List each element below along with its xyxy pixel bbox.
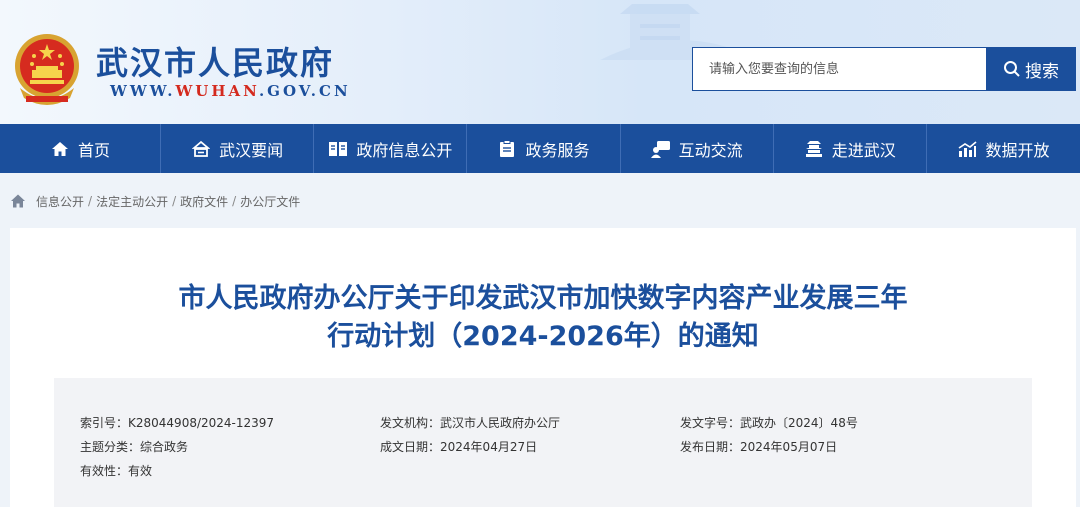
site-url-brand: WUHAN	[175, 82, 259, 100]
site-header: 武汉市人民政府 WWW.WUHAN.GOV.CN 搜索	[0, 0, 1080, 124]
nav-item-news[interactable]: 武汉要闻	[161, 124, 315, 173]
nav-item-interaction[interactable]: 互动交流	[621, 124, 774, 173]
main-nav: 首页 武汉要闻 政府信息公开 政务服务 互动交流 走进武汉 数据开放	[0, 124, 1080, 173]
meta-topic-category: 主题分类：综合政务	[80, 438, 188, 455]
site-url-prefix: WWW.	[110, 82, 176, 100]
meta-value: K28044908/2024-12397	[128, 416, 275, 430]
article-panel: 市人民政府办公厅关于印发武汉市加快数字内容产业发展三年 行动计划（2024-20…	[10, 228, 1076, 507]
breadcrumb-separator: /	[232, 194, 237, 208]
site-url-suffix: .GOV.CN	[258, 82, 351, 100]
book-icon	[328, 139, 348, 159]
nav-item-gov-services[interactable]: 政务服务	[467, 124, 621, 173]
search-input[interactable]	[692, 47, 986, 91]
site-title[interactable]: 武汉市人民政府	[96, 38, 334, 84]
search-bar: 搜索	[692, 47, 1076, 91]
nav-item-label: 互动交流	[678, 140, 743, 160]
breadcrumb-separator: /	[88, 194, 93, 208]
breadcrumb-link-office-documents[interactable]: 办公厅文件	[240, 193, 300, 210]
chart-icon	[957, 139, 977, 159]
search-icon	[1004, 61, 1020, 77]
building-icon	[804, 139, 824, 159]
breadcrumb-link-info-disclosure[interactable]: 信息公开	[36, 193, 84, 210]
clipboard-icon	[497, 139, 517, 159]
nav-item-about-wuhan[interactable]: 走进武汉	[774, 124, 927, 173]
page-title-line-1: 市人民政府办公厅关于印发武汉市加快数字内容产业发展三年	[178, 283, 908, 314]
news-icon	[191, 139, 211, 159]
meta-value: 2024年05月07日	[740, 440, 838, 454]
meta-creation-date: 成文日期：2024年04月27日	[380, 438, 537, 455]
meta-value: 武政办〔2024〕48号	[740, 416, 858, 430]
meta-label: 发布日期：	[680, 440, 741, 454]
nav-item-label: 政府信息公开	[356, 140, 453, 160]
meta-publish-date: 发布日期：2024年05月07日	[680, 438, 837, 455]
nav-item-info-disclosure[interactable]: 政府信息公开	[314, 124, 468, 173]
meta-value: 武汉市人民政府办公厅	[440, 416, 561, 430]
nav-item-label: 首页	[78, 140, 111, 160]
meta-value: 综合政务	[140, 440, 189, 454]
breadcrumb-link-gov-documents[interactable]: 政府文件	[180, 193, 228, 210]
nav-item-label: 走进武汉	[831, 140, 896, 160]
meta-issuing-agency: 发文机构：武汉市人民政府办公厅	[380, 414, 560, 431]
page-title: 市人民政府办公厅关于印发武汉市加快数字内容产业发展三年 行动计划（2024-20…	[10, 280, 1076, 356]
meta-index-number: 索引号：K28044908/2024-12397	[80, 414, 274, 431]
meta-validity: 有效性：有效	[80, 462, 152, 479]
breadcrumb-separator: /	[172, 194, 177, 208]
search-button[interactable]: 搜索	[986, 47, 1076, 91]
meta-value: 2024年04月27日	[440, 440, 538, 454]
meta-value: 有效	[128, 464, 153, 478]
document-metadata-box: 索引号：K28044908/2024-12397 发文机构：武汉市人民政府办公厅…	[54, 378, 1032, 507]
home-icon[interactable]	[10, 193, 26, 209]
meta-label: 发文机构：	[380, 416, 441, 430]
nav-item-label: 政务服务	[525, 140, 590, 160]
breadcrumb: 信息公开 / 法定主动公开 / 政府文件 / 办公厅文件	[10, 193, 300, 209]
meta-document-number: 发文字号：武政办〔2024〕48号	[680, 414, 858, 431]
national-emblem-icon	[15, 34, 79, 105]
search-button-label: 搜索	[1025, 61, 1059, 82]
chat-icon	[650, 139, 671, 159]
nav-item-home[interactable]: 首页	[0, 124, 162, 173]
meta-label: 主题分类：	[80, 440, 141, 454]
meta-label: 索引号：	[80, 416, 129, 430]
site-url[interactable]: WWW.WUHAN.GOV.CN	[110, 82, 351, 100]
page-title-line-2: 行动计划（2024-2026年）的通知	[327, 321, 759, 352]
nav-item-label: 武汉要闻	[219, 140, 284, 160]
meta-label: 发文字号：	[680, 416, 741, 430]
nav-item-label: 数据开放	[985, 140, 1050, 160]
nav-item-open-data[interactable]: 数据开放	[927, 124, 1080, 173]
breadcrumb-link-statutory[interactable]: 法定主动公开	[96, 193, 168, 210]
home-icon	[50, 139, 70, 159]
meta-label: 有效性：	[80, 464, 129, 478]
meta-label: 成文日期：	[380, 440, 441, 454]
